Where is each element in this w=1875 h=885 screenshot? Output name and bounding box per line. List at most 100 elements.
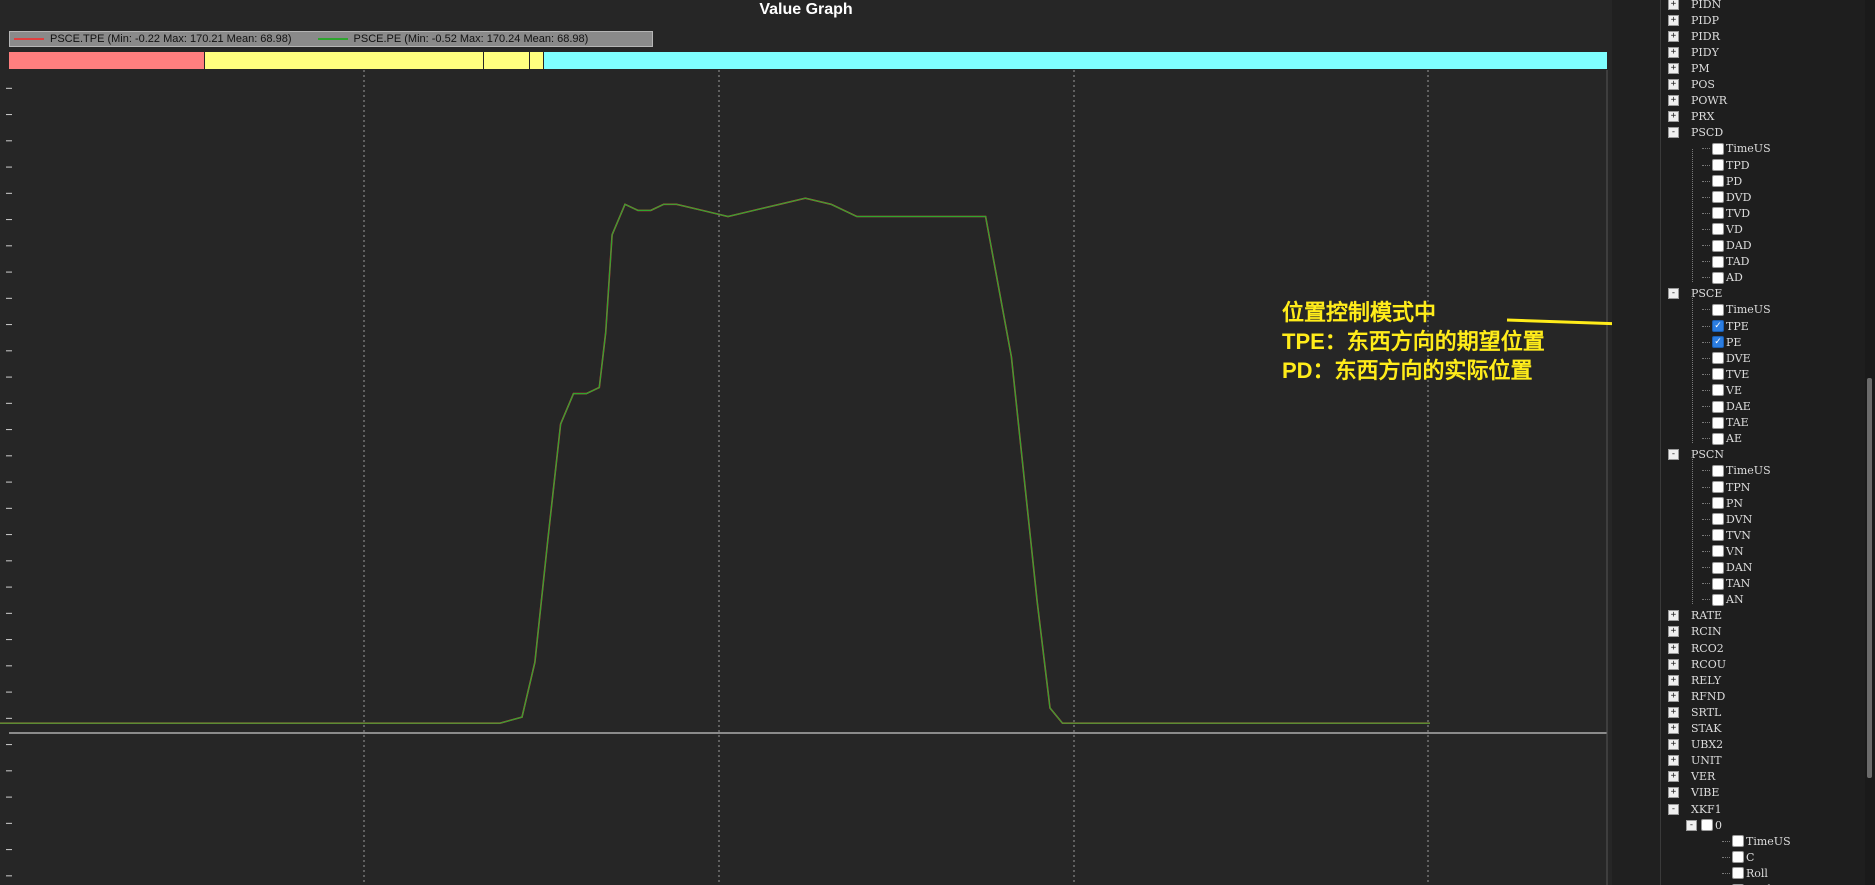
tree-item-tvd[interactable]: TVD bbox=[1702, 205, 1750, 221]
tree-item-pm[interactable]: + PM bbox=[1668, 60, 1710, 76]
tree-item-pscd[interactable]: - PSCD bbox=[1668, 125, 1723, 141]
graph-legend[interactable]: PSCE.TPE (Min: -0.22 Max: 170.21 Mean: 6… bbox=[9, 31, 653, 47]
tree-item-rcin[interactable]: + RCIN bbox=[1668, 624, 1722, 640]
field-checkbox[interactable] bbox=[1712, 352, 1724, 365]
expand-icon[interactable]: + bbox=[1668, 626, 1679, 638]
expand-icon[interactable]: + bbox=[1668, 30, 1679, 42]
field-checkbox[interactable] bbox=[1712, 368, 1724, 381]
field-checkbox[interactable] bbox=[1712, 400, 1724, 413]
tree-item-vd[interactable]: VD bbox=[1702, 221, 1743, 237]
tree-item-0[interactable]: -0 bbox=[1686, 817, 1722, 833]
plot-canvas[interactable] bbox=[0, 70, 1610, 885]
field-checkbox[interactable] bbox=[1732, 851, 1744, 864]
field-checkbox[interactable] bbox=[1712, 320, 1724, 332]
collapse-icon[interactable]: - bbox=[1686, 819, 1697, 831]
field-checkbox[interactable] bbox=[1712, 593, 1724, 606]
tree-item-ver[interactable]: + VER bbox=[1668, 769, 1715, 785]
expand-icon[interactable]: + bbox=[1668, 642, 1679, 654]
tree-item-powr[interactable]: + POWR bbox=[1668, 93, 1727, 109]
tree-item-ubx2[interactable]: + UBX2 bbox=[1668, 737, 1723, 753]
tree-item-pos[interactable]: + POS bbox=[1668, 77, 1715, 93]
legend-item-pe[interactable]: PSCE.PE (Min: -0.52 Max: 170.24 Mean: 68… bbox=[314, 32, 611, 46]
expand-icon[interactable]: + bbox=[1668, 690, 1679, 702]
expand-icon[interactable]: + bbox=[1668, 62, 1679, 74]
expand-icon[interactable]: + bbox=[1668, 723, 1679, 734]
tree-item-dvn[interactable]: DVN bbox=[1702, 511, 1752, 527]
tree-scrollbar[interactable] bbox=[1865, 0, 1875, 885]
expand-icon[interactable]: + bbox=[1668, 771, 1679, 783]
tree-item-timeus[interactable]: TimeUS bbox=[1702, 463, 1771, 479]
tree-item-rely[interactable]: + RELY bbox=[1668, 672, 1721, 688]
field-checkbox[interactable] bbox=[1712, 497, 1724, 510]
tree-item-pidn[interactable]: + PIDN bbox=[1668, 0, 1721, 12]
collapse-icon[interactable]: - bbox=[1668, 803, 1679, 815]
tree-item-dad[interactable]: DAD bbox=[1702, 238, 1752, 254]
tree-item-ad[interactable]: AD bbox=[1702, 270, 1743, 286]
tree-item-vibe[interactable]: + VIBE bbox=[1668, 785, 1719, 801]
collapse-icon[interactable]: - bbox=[1668, 127, 1679, 139]
field-checkbox[interactable] bbox=[1712, 545, 1724, 558]
tree-item-srtl[interactable]: + SRTL bbox=[1668, 704, 1721, 720]
tree-item-pidy[interactable]: + PIDY bbox=[1668, 44, 1719, 60]
tree-item-pitch[interactable]: Pitch bbox=[1722, 882, 1775, 885]
expand-icon[interactable]: + bbox=[1668, 706, 1679, 718]
field-checkbox[interactable] bbox=[1712, 336, 1724, 349]
field-checkbox[interactable] bbox=[1712, 207, 1724, 220]
tree-item-ae[interactable]: AE bbox=[1702, 431, 1742, 447]
tree-item-tpd[interactable]: TPD bbox=[1702, 157, 1750, 173]
field-checkbox[interactable] bbox=[1712, 255, 1724, 268]
field-checkbox[interactable] bbox=[1701, 819, 1713, 832]
tree-item-pidp[interactable]: + PIDP bbox=[1668, 12, 1719, 28]
expand-icon[interactable]: + bbox=[1668, 79, 1679, 90]
expand-icon[interactable]: + bbox=[1668, 674, 1679, 686]
expand-icon[interactable]: + bbox=[1668, 787, 1679, 799]
field-checkbox[interactable] bbox=[1712, 239, 1724, 252]
tree-item-roll[interactable]: Roll bbox=[1722, 865, 1768, 881]
expand-icon[interactable]: + bbox=[1668, 610, 1679, 622]
tree-item-an[interactable]: AN bbox=[1702, 592, 1744, 608]
tree-item-pscn[interactable]: - PSCN bbox=[1668, 447, 1724, 463]
collapse-icon[interactable]: - bbox=[1668, 449, 1679, 461]
tree-item-stak[interactable]: + STAK bbox=[1668, 721, 1721, 737]
field-checkbox[interactable] bbox=[1712, 159, 1724, 171]
tree-item-tve[interactable]: TVE bbox=[1702, 366, 1749, 382]
expand-icon[interactable]: + bbox=[1668, 0, 1679, 10]
field-checkbox[interactable] bbox=[1712, 384, 1724, 397]
field-checkbox[interactable] bbox=[1712, 513, 1724, 526]
expand-icon[interactable]: + bbox=[1668, 739, 1679, 751]
tree-item-timeus[interactable]: TimeUS bbox=[1702, 302, 1771, 318]
tree-item-pn[interactable]: PN bbox=[1702, 495, 1743, 511]
field-checkbox[interactable] bbox=[1712, 271, 1724, 284]
expand-icon[interactable]: + bbox=[1668, 95, 1679, 107]
log-field-tree[interactable]: + PIDN + PIDP + PIDR + PIDY + PM + POS + POWR + PRX - PSC… bbox=[1660, 0, 1866, 885]
tree-item-c[interactable]: C bbox=[1722, 849, 1754, 865]
tree-item-tad[interactable]: TAD bbox=[1702, 254, 1750, 270]
field-checkbox[interactable] bbox=[1712, 432, 1724, 445]
field-checkbox[interactable] bbox=[1712, 481, 1724, 493]
tree-item-pd[interactable]: PD bbox=[1702, 173, 1742, 189]
tree-item-tvn[interactable]: TVN bbox=[1702, 527, 1751, 543]
tree-scroll-thumb[interactable] bbox=[1867, 378, 1872, 778]
expand-icon[interactable]: + bbox=[1668, 46, 1679, 58]
expand-icon[interactable]: + bbox=[1668, 658, 1679, 670]
legend-item-tpe[interactable]: PSCE.TPE (Min: -0.22 Max: 170.21 Mean: 6… bbox=[10, 32, 314, 46]
tree-item-dve[interactable]: DVE bbox=[1702, 350, 1751, 366]
tree-item-timeus[interactable]: TimeUS bbox=[1702, 141, 1771, 157]
tree-item-rfnd[interactable]: + RFND bbox=[1668, 688, 1725, 704]
expand-icon[interactable]: + bbox=[1668, 111, 1679, 123]
tree-item-dae[interactable]: DAE bbox=[1702, 399, 1751, 415]
collapse-icon[interactable]: - bbox=[1668, 288, 1679, 300]
field-checkbox[interactable] bbox=[1712, 561, 1724, 574]
tree-item-dvd[interactable]: DVD bbox=[1702, 189, 1751, 205]
tree-item-tpe[interactable]: TPE bbox=[1702, 318, 1749, 334]
field-checkbox[interactable] bbox=[1732, 835, 1744, 848]
tree-item-tan[interactable]: TAN bbox=[1702, 576, 1750, 592]
field-checkbox[interactable] bbox=[1712, 416, 1724, 429]
tree-item-tae[interactable]: TAE bbox=[1702, 415, 1749, 431]
tree-item-ve[interactable]: VE bbox=[1702, 382, 1742, 398]
tree-item-rcou[interactable]: + RCOU bbox=[1668, 656, 1726, 672]
field-checkbox[interactable] bbox=[1732, 867, 1744, 880]
tree-item-tpn[interactable]: TPN bbox=[1702, 479, 1750, 495]
field-checkbox[interactable] bbox=[1712, 529, 1724, 542]
field-checkbox[interactable] bbox=[1712, 191, 1724, 204]
